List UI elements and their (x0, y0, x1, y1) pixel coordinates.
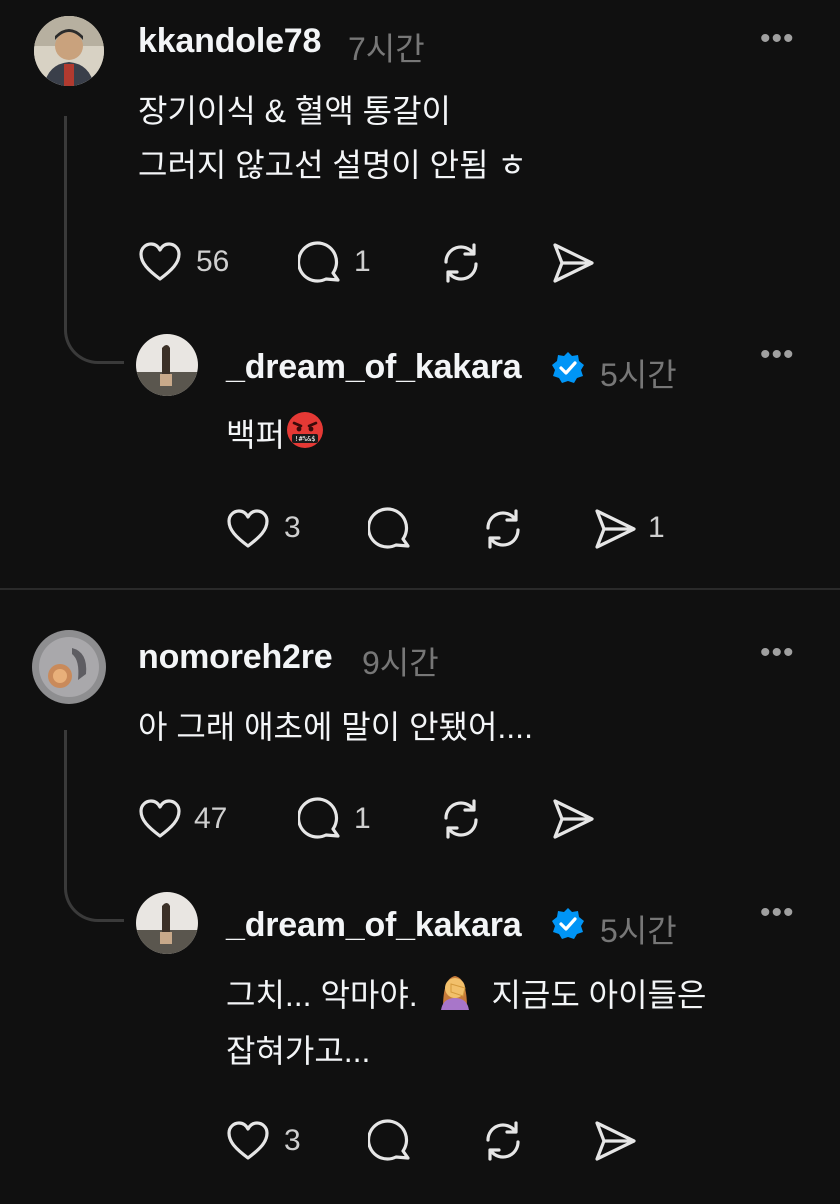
reply-text-line: 백퍼 (226, 417, 285, 453)
like-count: 56 (196, 245, 230, 278)
reply-text-line: 잡혀가고... (226, 1033, 371, 1069)
reply-text-part: 지금도 아이들은 (491, 977, 707, 1013)
reply-count: 1 (354, 245, 371, 278)
reply-timestamp: 5시간 (600, 357, 677, 393)
avatar-nomoreh2re[interactable] (32, 630, 106, 704)
repost-icon[interactable] (438, 796, 484, 842)
comment-text-line: 그러지 않고선 설명이 안됨 ㅎ (138, 147, 527, 183)
comment-text-line: 장기이식 & 혈액 통갈이 (138, 93, 451, 129)
more-options-button[interactable]: ••• (760, 338, 795, 372)
facepalm-woman-icon (435, 970, 475, 1026)
reply-icon[interactable] (368, 506, 414, 552)
heart-icon[interactable] (138, 798, 182, 840)
thread-connector-line (64, 730, 124, 922)
thread-divider (0, 588, 840, 590)
reply-icon[interactable] (368, 1118, 414, 1164)
reply-username[interactable]: _dream_of_kakara (226, 348, 522, 387)
heart-icon[interactable] (226, 1120, 270, 1162)
avatar-kkandole78[interactable] (34, 16, 104, 86)
svg-text:!#%&$: !#%&$ (294, 435, 315, 443)
heart-icon[interactable] (226, 508, 270, 550)
comment-text-line: 아 그래 애초에 말이 안됐어.... (138, 709, 533, 745)
more-options-button[interactable]: ••• (760, 896, 795, 930)
comment-username[interactable]: kkandole78 (138, 22, 321, 61)
reply-text-part: 그치... 악마야. (226, 977, 418, 1013)
reply-icon[interactable] (298, 240, 344, 286)
share-icon[interactable] (550, 240, 596, 286)
verified-badge-icon (550, 906, 586, 942)
repost-icon[interactable] (480, 1118, 526, 1164)
angry-swearing-face-icon: !#%&$ (285, 410, 325, 466)
repost-icon[interactable] (480, 506, 526, 552)
reply-text: 백퍼 !#%&$ (226, 408, 325, 466)
like-count: 3 (284, 511, 301, 544)
like-count: 3 (284, 1124, 301, 1157)
reply-text: 그치... 악마야. 지금도 아이들은 (226, 968, 706, 1026)
more-options-button[interactable]: ••• (760, 22, 795, 56)
verified-badge-icon (550, 350, 586, 386)
comment-timestamp: 9시간 (362, 645, 439, 681)
share-icon[interactable] (592, 1118, 638, 1164)
share-icon[interactable] (592, 506, 638, 552)
thread-connector-line (64, 116, 124, 364)
heart-icon[interactable] (138, 241, 182, 283)
reply-username[interactable]: _dream_of_kakara (226, 906, 522, 945)
comment-username[interactable]: nomoreh2re (138, 638, 333, 677)
like-count: 47 (194, 802, 228, 835)
reply-count: 1 (354, 802, 371, 835)
more-options-button[interactable]: ••• (760, 636, 795, 670)
avatar-dream-of-kakara[interactable] (136, 334, 198, 396)
avatar-dream-of-kakara[interactable] (136, 892, 198, 954)
share-icon[interactable] (550, 796, 596, 842)
repost-icon[interactable] (438, 240, 484, 286)
share-count: 1 (648, 511, 665, 544)
reply-timestamp: 5시간 (600, 913, 677, 949)
comment-timestamp: 7시간 (348, 31, 425, 67)
reply-icon[interactable] (298, 796, 344, 842)
